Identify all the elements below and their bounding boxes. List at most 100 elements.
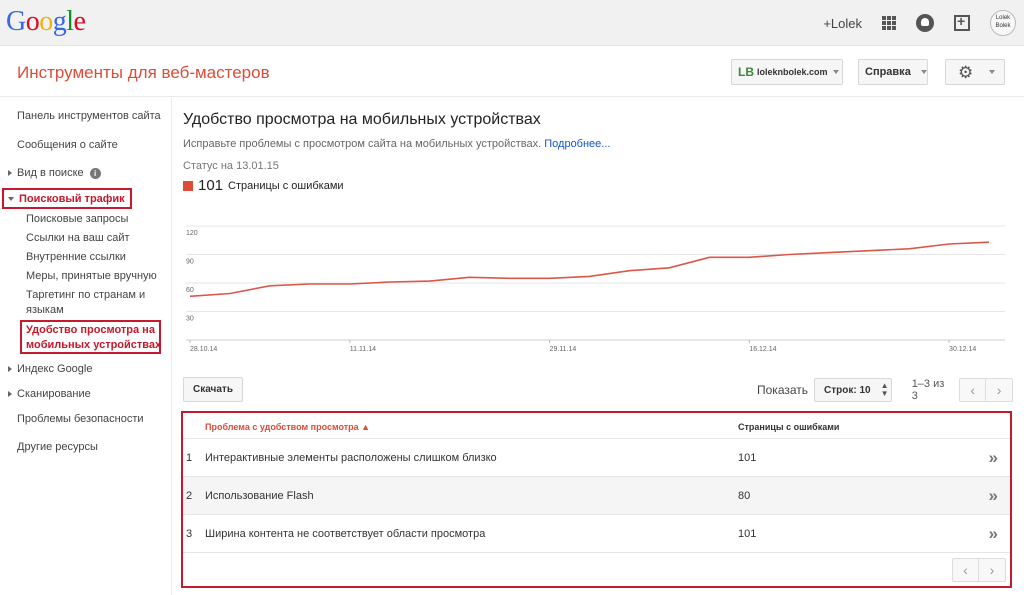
description-text: Исправьте проблемы с просмотром сайта на…: [183, 138, 542, 150]
sidebar-item-search-appearance[interactable]: Вид в поиске i: [8, 167, 101, 179]
sidebar-subitem-links[interactable]: Ссылки на ваш сайт: [26, 231, 130, 246]
legend-label: Страницы с ошибками: [228, 179, 344, 192]
rows-label: Строк: 10: [824, 384, 871, 396]
double-chevron-right-icon[interactable]: »: [989, 448, 998, 468]
range-label: 1–3 из 3: [911, 378, 945, 402]
table-header: Проблема с удобством просмотра ▲ Страниц…: [183, 413, 1010, 439]
site-name: loleknbolek.com: [757, 67, 828, 77]
table-row[interactable]: 2 Использование Flash 80 »: [183, 477, 1010, 515]
x-tick-label: 11.11.14: [350, 346, 376, 353]
chevron-down-icon: [920, 70, 927, 74]
download-button[interactable]: Скачать: [183, 377, 243, 402]
more-link[interactable]: Подробнее...: [544, 138, 610, 150]
expand-icon: [8, 391, 12, 398]
x-tick-label: 30.12.14: [949, 346, 976, 353]
logo-letter: l: [66, 6, 74, 37]
help-button[interactable]: Справка: [858, 59, 928, 85]
sidebar-item-label: Вид в поиске: [17, 167, 84, 179]
logo-letter: G: [6, 6, 26, 37]
row-index: 2: [186, 490, 193, 502]
sidebar-item-label: Индекс Google: [17, 363, 93, 375]
account-area: +Lolek Lolek Bolek: [823, 8, 1016, 38]
chart-legend: 101 Страницы с ошибками: [183, 177, 344, 194]
y-tick-label: 30: [186, 316, 194, 323]
chevron-down-icon: [832, 70, 839, 74]
row-issue: Ширина контента не соответствует области…: [205, 528, 486, 540]
logo-letter: e: [73, 6, 86, 37]
table-pager: ‹ ›: [946, 558, 1006, 582]
product-header: Инструменты для веб-мастеров LB loleknbo…: [0, 47, 1024, 97]
y-tick-label: 120: [186, 230, 198, 237]
row-index: 1: [186, 452, 193, 464]
y-tick-label: 90: [186, 259, 194, 266]
y-tick-label: 60: [186, 287, 194, 294]
share-icon[interactable]: [954, 13, 970, 31]
avatar[interactable]: Lolek Bolek: [990, 10, 1016, 36]
product-title[interactable]: Инструменты для веб-мастеров: [17, 63, 270, 83]
show-label: Показать: [757, 383, 809, 397]
sidebar-item-crawl[interactable]: Сканирование: [8, 388, 91, 400]
row-pages: 101: [738, 528, 757, 540]
row-issue: Интерактивные элементы расположены слишк…: [205, 452, 497, 464]
logo-letter: o: [25, 6, 40, 37]
site-logo: LB: [738, 65, 754, 79]
double-chevron-right-icon[interactable]: »: [989, 486, 998, 506]
plus-user-link[interactable]: +Lolek: [823, 16, 862, 31]
x-tick-label: 29.11.14: [550, 346, 577, 353]
series-line: [189, 241, 990, 298]
apps-icon[interactable]: [882, 16, 896, 30]
legend-swatch: [183, 180, 193, 191]
table-next-page-button[interactable]: ›: [979, 558, 1006, 582]
row-pages: 80: [738, 490, 751, 502]
sidebar-subitem-search-queries[interactable]: Поисковые запросы: [26, 212, 128, 227]
row-issue: Использование Flash: [205, 490, 314, 502]
sidebar-item-messages[interactable]: Сообщения о сайте: [17, 139, 118, 151]
bell-icon[interactable]: [916, 14, 934, 32]
logo-letter: g: [52, 6, 67, 37]
pager: Показать Строк: 10 ▲ ▼ 1–3 из 3 ‹ ›: [757, 378, 1014, 402]
errors-chart: 120 90 60 30 28.10.14 11.11.14 29.11.14 16.12.1…: [183, 218, 1013, 358]
expand-icon: [8, 170, 12, 177]
chevron-down-icon: [989, 70, 996, 74]
table-prev-page-button[interactable]: ‹: [952, 558, 979, 582]
column-header-pages[interactable]: Страницы с ошибками: [738, 422, 839, 432]
double-chevron-right-icon[interactable]: »: [989, 524, 998, 544]
chart-svg: 120 90 60 30 28.10.14 11.11.14 29.11.14 16.12.1…: [186, 225, 1005, 353]
sidebar-item-google-index[interactable]: Индекс Google: [8, 363, 92, 375]
table-row[interactable]: 3 Ширина контента не соответствует облас…: [183, 515, 1010, 553]
page-description: Исправьте проблемы с просмотром сайта на…: [183, 138, 610, 150]
info-icon[interactable]: i: [89, 167, 101, 179]
sidebar-subitem-manual-actions[interactable]: Меры, принятые вручную: [26, 269, 157, 284]
rows-per-page-select[interactable]: Строк: 10 ▲ ▼: [814, 378, 892, 402]
x-tick-label: 16.12.14: [749, 346, 776, 353]
x-tick-label: 28.10.14: [190, 346, 217, 353]
sidebar-subitem-internal-links[interactable]: Внутренние ссылки: [26, 250, 126, 265]
updown-icon: ▲ ▼: [880, 381, 889, 398]
prev-page-button[interactable]: ‹: [959, 378, 987, 402]
row-pages: 101: [738, 452, 757, 464]
collapse-icon: [8, 197, 14, 202]
logo-letter: o: [39, 6, 53, 37]
legend-value: 101: [198, 177, 224, 194]
sidebar-subitem-targeting[interactable]: Таргетинг по странам и языкам: [26, 288, 161, 318]
status-date: Статус на 13.01.15: [183, 160, 279, 172]
sidebar-item-search-traffic[interactable]: Поисковый трафик: [8, 193, 125, 205]
next-page-button[interactable]: ›: [986, 378, 1014, 402]
column-header-issue[interactable]: Проблема с удобством просмотра ▲: [205, 422, 370, 432]
table-row[interactable]: 1 Интерактивные элементы расположены сли…: [183, 439, 1010, 477]
settings-button[interactable]: ⚙: [945, 59, 1005, 85]
site-selector[interactable]: LB loleknbolek.com: [731, 59, 843, 85]
sidebar: Панель инструментов сайта Сообщения о са…: [0, 98, 172, 595]
expand-icon: [8, 366, 12, 373]
sidebar-item-label: Сканирование: [17, 388, 91, 400]
sidebar-item-security[interactable]: Проблемы безопасности: [17, 413, 144, 425]
sidebar-item-label: Поисковый трафик: [19, 193, 125, 205]
sidebar-item-other-resources[interactable]: Другие ресурсы: [17, 441, 98, 453]
sidebar-subitem-mobile-usability[interactable]: Удобство просмотра на мобильных устройст…: [26, 323, 166, 353]
row-index: 3: [186, 528, 193, 540]
google-logo[interactable]: Google: [6, 6, 86, 38]
issues-table: Проблема с удобством просмотра ▲ Страниц…: [181, 411, 1012, 588]
sidebar-item-dashboard[interactable]: Панель инструментов сайта: [17, 110, 161, 122]
google-bar: Google +Lolek Lolek Bolek: [0, 0, 1024, 46]
page-title: Удобство просмотра на мобильных устройст…: [183, 111, 541, 128]
